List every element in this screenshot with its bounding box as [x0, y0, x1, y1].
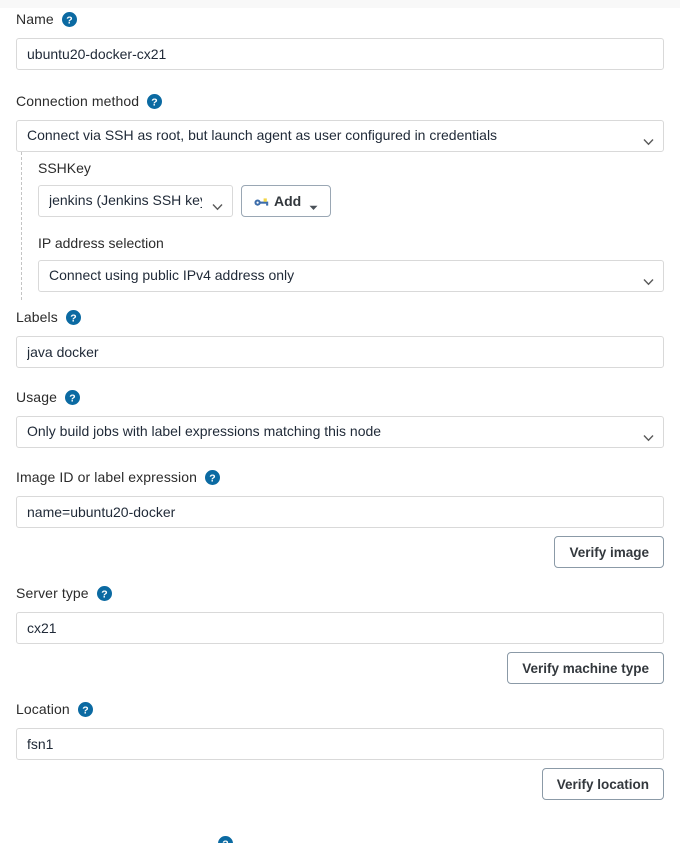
- field-location: Location ? Verify location: [16, 698, 664, 800]
- field-label-row-location: Location ?: [16, 698, 664, 720]
- server-type-input[interactable]: [16, 612, 664, 644]
- location-label: Location: [16, 698, 70, 720]
- next-field-help-icon-partial: ?: [218, 836, 233, 843]
- help-icon[interactable]: ?: [65, 390, 80, 405]
- help-icon[interactable]: ?: [97, 586, 112, 601]
- name-label: Name: [16, 8, 54, 30]
- verify-image-button[interactable]: Verify image: [554, 536, 664, 568]
- svg-text:?: ?: [69, 392, 75, 404]
- sshkey-select[interactable]: jenkins (Jenkins SSH key): [38, 185, 233, 217]
- field-label-row-usage: Usage ?: [16, 386, 664, 408]
- field-server-type: Server type ? Verify machine type: [16, 582, 664, 684]
- location-button-row: Verify location: [16, 768, 664, 800]
- image-id-button-row: Verify image: [16, 536, 664, 568]
- field-label-row-labels: Labels ?: [16, 306, 664, 328]
- ip-address-selection-select[interactable]: Connect using public IPv4 address only: [38, 260, 664, 292]
- connection-method-select-wrap: Connect via SSH as root, but launch agen…: [16, 120, 664, 152]
- field-name: Name ?: [16, 8, 664, 70]
- connection-method-label: Connection method: [16, 90, 139, 112]
- help-icon[interactable]: ?: [218, 836, 233, 843]
- field-label-row-connection-method: Connection method ?: [16, 90, 664, 112]
- image-id-input[interactable]: [16, 496, 664, 528]
- caret-down-icon: [309, 198, 318, 204]
- verify-location-button[interactable]: Verify location: [542, 768, 664, 800]
- sshkey-label: SSHKey: [38, 158, 664, 178]
- server-type-button-row: Verify machine type: [16, 652, 664, 684]
- top-strip: [0, 0, 680, 8]
- verify-machine-type-button[interactable]: Verify machine type: [507, 652, 664, 684]
- svg-text:?: ?: [70, 312, 76, 324]
- labels-input[interactable]: [16, 336, 664, 368]
- svg-text:?: ?: [222, 838, 228, 843]
- usage-select[interactable]: Only build jobs with label expressions m…: [16, 416, 664, 448]
- ip-address-selection-select-wrap: Connect using public IPv4 address only: [38, 260, 664, 292]
- help-icon[interactable]: ?: [66, 310, 81, 325]
- svg-text:?: ?: [66, 14, 72, 26]
- add-button-label: Add: [274, 193, 301, 209]
- svg-text:?: ?: [101, 588, 107, 600]
- help-icon[interactable]: ?: [147, 94, 162, 109]
- connection-method-nested-options: SSHKey jenkins (Jenkins SSH key): [21, 152, 664, 300]
- field-image-id: Image ID or label expression ? Verify im…: [16, 466, 664, 568]
- svg-text:?: ?: [209, 472, 215, 484]
- usage-label: Usage: [16, 386, 57, 408]
- add-credentials-button[interactable]: Add: [241, 185, 331, 217]
- help-icon[interactable]: ?: [62, 12, 77, 27]
- field-label-row-server-type: Server type ?: [16, 582, 664, 604]
- svg-text:?: ?: [82, 704, 88, 716]
- node-configuration-form: Name ? Connection method ? Connect via S…: [0, 8, 680, 800]
- key-icon: [254, 195, 269, 208]
- server-type-label: Server type: [16, 582, 89, 604]
- ip-address-selection-label: IP address selection: [38, 233, 664, 253]
- name-input[interactable]: [16, 38, 664, 70]
- field-label-row-name: Name ?: [16, 8, 664, 30]
- svg-text:?: ?: [151, 96, 157, 108]
- help-icon[interactable]: ?: [205, 470, 220, 485]
- image-id-label: Image ID or label expression: [16, 466, 197, 488]
- field-labels: Labels ?: [16, 306, 664, 368]
- connection-method-select[interactable]: Connect via SSH as root, but launch agen…: [16, 120, 664, 152]
- field-usage: Usage ? Only build jobs with label expre…: [16, 386, 664, 448]
- location-input[interactable]: [16, 728, 664, 760]
- labels-label: Labels: [16, 306, 58, 328]
- help-icon[interactable]: ?: [78, 702, 93, 717]
- field-label-row-image-id: Image ID or label expression ?: [16, 466, 664, 488]
- field-connection-method: Connection method ? Connect via SSH as r…: [16, 90, 664, 152]
- sshkey-select-wrap: jenkins (Jenkins SSH key): [38, 185, 233, 217]
- usage-select-wrap: Only build jobs with label expressions m…: [16, 416, 664, 448]
- sshkey-row: jenkins (Jenkins SSH key) Add: [38, 185, 664, 217]
